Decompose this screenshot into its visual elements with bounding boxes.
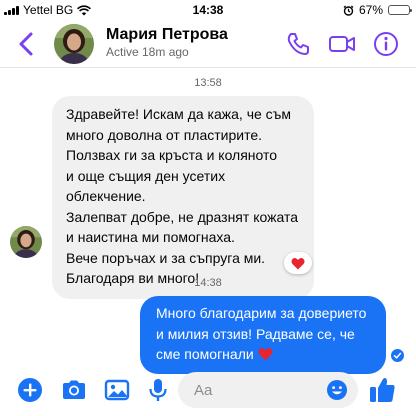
phone-icon[interactable] xyxy=(284,30,312,58)
message-line: Здравейте! Искам да кажа, че съм xyxy=(66,106,292,122)
microphone-icon[interactable] xyxy=(144,376,172,404)
gallery-icon[interactable] xyxy=(103,376,131,404)
sender-avatar[interactable] xyxy=(10,226,42,258)
video-camera-icon[interactable] xyxy=(328,30,356,58)
message-line: и наистина ми помогнаха. xyxy=(66,229,235,245)
back-chevron-icon[interactable] xyxy=(14,30,40,58)
info-icon[interactable] xyxy=(372,30,400,58)
message-composer xyxy=(0,368,416,416)
message-reaction[interactable] xyxy=(284,252,312,274)
thumbs-up-icon[interactable] xyxy=(368,375,396,405)
message-line-last: сме помогнали xyxy=(156,344,374,365)
battery-icon xyxy=(388,5,412,15)
camera-icon[interactable] xyxy=(60,376,88,404)
status-bar: Yettel BG 14:38 67% xyxy=(0,0,416,20)
seen-check-icon xyxy=(391,349,404,362)
message-line: и милия отзив! Радваме се, че xyxy=(156,325,355,342)
status-right: 67% xyxy=(343,3,412,17)
message-line: Много благодарим за доверието xyxy=(156,305,367,321)
outgoing-message-bubble[interactable]: Много благодарим за доверието и милия от… xyxy=(140,296,386,374)
contact-active-status: Active 18m ago xyxy=(106,45,189,59)
alarm-icon xyxy=(343,5,354,16)
conversation-header: Мария Петрова Active 18m ago xyxy=(0,20,416,68)
message-line: и още същия ден усетих облекчение. xyxy=(66,167,226,205)
battery-percentage: 67% xyxy=(358,3,383,17)
plus-icon[interactable] xyxy=(16,376,44,404)
contact-name: Мария Петрова xyxy=(106,26,228,43)
message-timestamp: 14:38 xyxy=(194,277,222,289)
message-line: Залепват добре, не дразнят кожата xyxy=(66,208,298,225)
message-line: много доволна от пластирите. xyxy=(66,126,262,143)
heart-icon xyxy=(258,348,273,361)
message-line: Ползвах ги за кръста и коляното xyxy=(66,147,278,163)
contact-avatar[interactable] xyxy=(54,24,94,64)
message-line: Вече поръчах и за съпруга ми. xyxy=(66,249,266,266)
message-timestamp: 13:58 xyxy=(194,77,222,89)
heart-icon xyxy=(291,257,305,269)
incoming-message-bubble[interactable]: Здравейте! Искам да кажа, че съм много д… xyxy=(52,96,314,299)
message-line: сме помогнали xyxy=(156,346,254,362)
emoji-icon[interactable] xyxy=(326,379,348,401)
